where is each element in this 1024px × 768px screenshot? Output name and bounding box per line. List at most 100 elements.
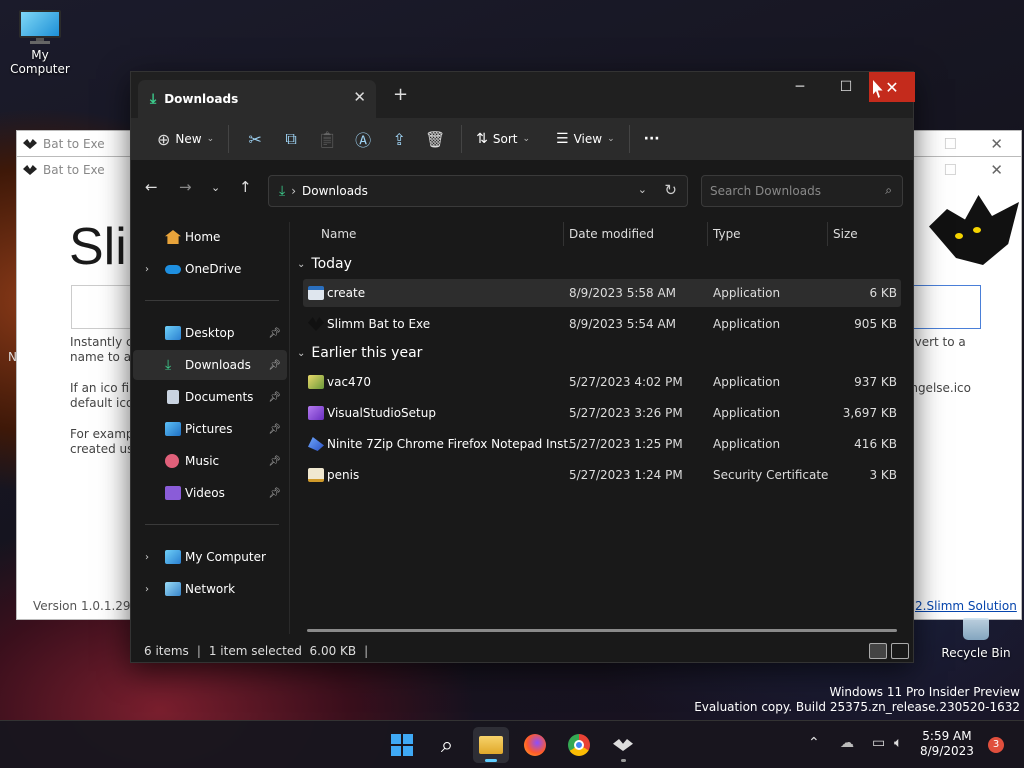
desktop-icon-my-computer[interactable]: My Computer xyxy=(2,10,78,76)
file-explorer-window[interactable]: ⤓ Downloads ✕ + ─ ☐ ✕ ⊕ New ⌄ ✂ ⧉ 📋︎ Ⓐ ⇪… xyxy=(130,71,915,663)
close-button[interactable]: ✕ xyxy=(990,157,1003,183)
taskbar-chrome[interactable] xyxy=(561,727,597,763)
file-name: Slimm Bat to Exe xyxy=(327,317,431,331)
column-header-type[interactable]: Type xyxy=(713,222,741,246)
sort-button[interactable]: ⇅ Sort ⌄ xyxy=(470,123,536,155)
installer-icon xyxy=(308,375,324,389)
file-row[interactable]: create 8/9/2023 5:58 AM Application 6 KB xyxy=(303,279,901,307)
close-button[interactable]: ✕ xyxy=(990,131,1003,157)
pin-icon[interactable]: 📌︎ xyxy=(268,488,281,499)
view-button[interactable]: ☰ View ⌄ xyxy=(550,123,621,155)
address-bar[interactable]: ⤓ › Downloads ⌄ ↻ xyxy=(268,175,688,207)
expand-chevron-icon[interactable]: › xyxy=(145,552,149,563)
taskbar-bat-to-exe[interactable] xyxy=(605,727,641,763)
column-divider[interactable] xyxy=(707,222,708,246)
column-divider[interactable] xyxy=(827,222,828,246)
expand-chevron-icon[interactable]: › xyxy=(145,584,149,595)
new-tab-button[interactable]: + xyxy=(393,84,408,105)
rename-icon[interactable]: Ⓐ xyxy=(345,127,381,151)
file-name: penis xyxy=(327,468,360,482)
file-row[interactable]: vac470 5/27/2023 4:02 PM Application 937… xyxy=(303,368,901,396)
title-bar[interactable]: ⤓ Downloads ✕ + ─ ☐ ✕ xyxy=(131,72,915,118)
desktop-icon-recycle-bin[interactable]: Recycle Bin xyxy=(940,618,1012,660)
share-icon[interactable]: ⇪ xyxy=(381,130,417,149)
paste-icon[interactable]: 📋︎ xyxy=(309,130,345,149)
sidebar-item-label: Network xyxy=(185,582,236,596)
tab-downloads[interactable]: ⤓ Downloads ✕ xyxy=(138,80,376,118)
close-tab-button[interactable]: ✕ xyxy=(353,88,366,106)
system-clock[interactable]: 5:59 AM 8/9/2023 xyxy=(920,729,974,759)
notification-badge[interactable]: 3 xyxy=(988,737,1004,753)
chevron-down-icon[interactable]: ⌄ xyxy=(638,183,647,196)
pin-icon[interactable]: 📌︎ xyxy=(268,424,281,435)
example-text: For exampl created usi xyxy=(70,427,137,456)
pin-icon[interactable]: 📌︎ xyxy=(268,456,281,467)
sidebar-item-music[interactable]: Music 📌︎ xyxy=(133,446,287,476)
maximize-button[interactable]: ☐ xyxy=(944,157,957,183)
clock-time: 5:59 AM xyxy=(922,729,972,743)
pin-icon[interactable]: 📌︎ xyxy=(268,392,281,403)
slimm-solution-link[interactable]: 2.Slimm Solution xyxy=(915,599,1017,613)
minimize-button[interactable]: ─ xyxy=(777,72,823,102)
details-view-button[interactable] xyxy=(869,643,887,659)
sidebar-item-network[interactable]: › Network xyxy=(133,574,287,604)
file-row[interactable]: penis 5/27/2023 1:24 PM Security Certifi… xyxy=(303,461,901,489)
sidebar-item-downloads[interactable]: ⤓ Downloads 📌︎ xyxy=(133,350,287,380)
onedrive-offline-icon[interactable]: ☁︎ xyxy=(840,735,854,751)
more-options-button[interactable]: ··· xyxy=(638,123,666,155)
delete-icon[interactable]: 🗑︎ xyxy=(417,130,453,149)
maximize-button[interactable]: ☐ xyxy=(823,72,869,102)
file-name: Ninite 7Zip Chrome Firefox Notepad Inst.… xyxy=(327,437,580,451)
item-count: 6 items xyxy=(144,644,189,658)
taskbar-firefox[interactable] xyxy=(517,727,553,763)
sidebar-item-my-computer[interactable]: › My Computer xyxy=(133,542,287,572)
pictures-icon xyxy=(165,422,181,436)
tiles-view-button[interactable] xyxy=(891,643,909,659)
new-button[interactable]: ⊕ New ⌄ xyxy=(151,123,220,155)
recent-locations-chevron-icon[interactable]: ⌄ xyxy=(211,181,220,194)
file-row[interactable]: VisualStudioSetup 5/27/2023 3:26 PM Appl… xyxy=(303,399,901,427)
search-icon: ⌕ xyxy=(885,183,892,197)
column-header-date[interactable]: Date modified xyxy=(569,222,654,246)
pane-divider[interactable] xyxy=(289,222,290,634)
recycle-bin-icon xyxy=(963,618,989,640)
group-label: Today xyxy=(311,256,352,272)
column-header-name[interactable]: Name xyxy=(321,222,356,246)
breadcrumb-downloads[interactable]: Downloads xyxy=(302,184,368,198)
file-row[interactable]: Ninite 7Zip Chrome Firefox Notepad Inst.… xyxy=(303,430,901,458)
pin-icon[interactable]: 📌︎ xyxy=(268,328,281,339)
forward-arrow-icon[interactable]: → xyxy=(179,178,192,196)
window-title: Bat to Exe xyxy=(43,137,105,151)
column-header-size[interactable]: Size xyxy=(833,222,858,246)
file-date: 5/27/2023 4:02 PM xyxy=(569,375,683,389)
sidebar-item-desktop[interactable]: Desktop 📌︎ xyxy=(133,318,287,348)
refresh-icon[interactable]: ↻ xyxy=(664,181,677,199)
cut-icon[interactable]: ✂ xyxy=(237,130,273,149)
pin-icon[interactable]: 📌︎ xyxy=(268,360,281,371)
sidebar-item-pictures[interactable]: Pictures 📌︎ xyxy=(133,414,287,444)
start-button[interactable] xyxy=(384,727,420,763)
sidebar-item-videos[interactable]: Videos 📌︎ xyxy=(133,478,287,508)
expand-chevron-icon[interactable]: › xyxy=(145,264,149,275)
network-icon[interactable]: ▭ xyxy=(872,735,885,751)
maximize-button[interactable]: ☐ xyxy=(944,131,957,157)
column-divider[interactable] xyxy=(563,222,564,246)
sidebar-item-onedrive[interactable]: › OneDrive xyxy=(133,254,287,284)
copy-icon[interactable]: ⧉ xyxy=(273,129,309,149)
sidebar-item-home[interactable]: Home xyxy=(133,222,287,252)
taskbar-file-explorer[interactable] xyxy=(473,727,509,763)
back-arrow-icon[interactable]: ← xyxy=(145,178,158,196)
search-button[interactable]: ⌕ xyxy=(429,727,465,763)
file-size: 6 KB xyxy=(869,286,897,300)
search-input[interactable]: Search Downloads ⌕ xyxy=(701,175,903,207)
sidebar-item-documents[interactable]: Documents 📌︎ xyxy=(133,382,287,412)
volume-icon[interactable]: 🔈︎ xyxy=(894,735,902,751)
up-arrow-icon[interactable]: ↑ xyxy=(239,178,252,196)
bat-icon xyxy=(613,739,633,751)
toolbar-divider xyxy=(228,125,230,153)
file-row[interactable]: Slimm Bat to Exe 8/9/2023 5:54 AM Applic… xyxy=(303,310,901,338)
group-header-earlier[interactable]: ⌄ Earlier this year xyxy=(297,345,422,361)
show-hidden-icons-chevron-icon[interactable]: ⌃ xyxy=(808,735,820,751)
group-header-today[interactable]: ⌄ Today xyxy=(297,256,352,272)
horizontal-scrollbar[interactable] xyxy=(307,629,897,632)
